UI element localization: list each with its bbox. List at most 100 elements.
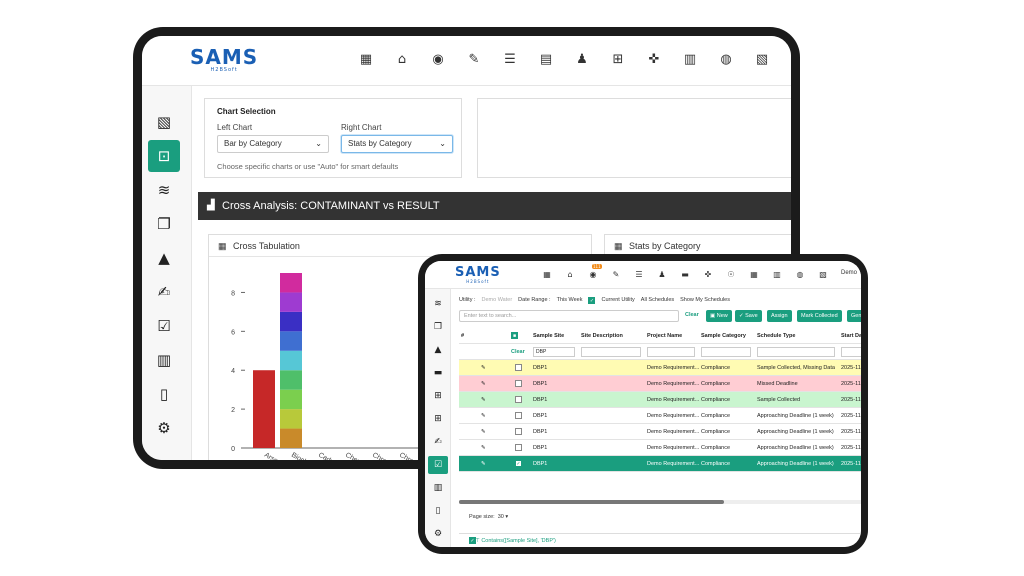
filter-enabled-checkbox[interactable]: ✓	[469, 537, 476, 544]
book-icon[interactable]: ▥	[428, 479, 448, 497]
users-icon[interactable]: ♟	[573, 51, 591, 69]
filter-expression[interactable]: Contains([Sample Site], 'DBP')	[481, 538, 556, 544]
medal-icon[interactable]: ☉	[725, 269, 737, 281]
file-icon[interactable]: ▯	[148, 378, 180, 410]
user-name[interactable]: Demo	[841, 270, 857, 276]
cross-icon[interactable]: ✜	[702, 269, 714, 281]
plus-square-icon[interactable]: ⊞	[428, 387, 448, 405]
column-header[interactable]: Site Description	[579, 328, 645, 344]
table-row[interactable]: ✎ DBP1 Demo Requirement... Compliance Approa…	[459, 408, 861, 424]
right-chart-select[interactable]: Stats by Category ⌄	[341, 135, 453, 153]
search-clear-button[interactable]: Clear	[685, 312, 699, 318]
column-header[interactable]: #	[459, 328, 509, 344]
clone-icon[interactable]: ❐	[428, 318, 448, 336]
signature-icon[interactable]: ✍	[428, 433, 448, 451]
users-icon[interactable]: ♟	[656, 269, 668, 281]
row-edit-icon[interactable]: ✎	[479, 360, 486, 376]
column-header[interactable]: Project Name	[645, 328, 699, 344]
book-icon[interactable]: ▥	[148, 344, 180, 376]
table-row[interactable]: ✎ ✓ DBP1 Demo Requirement... Compliance Appro…	[459, 456, 861, 472]
row-edit-icon[interactable]: ✎	[479, 376, 486, 392]
row-checkbox[interactable]	[515, 428, 522, 435]
warehouse-icon[interactable]: ⌂	[564, 269, 576, 281]
podcast-icon[interactable]: ◉	[429, 51, 447, 69]
table-row[interactable]: ✎ DBP1 Demo Requirement... Compliance Missed…	[459, 376, 861, 392]
chat-icon[interactable]: ◍	[717, 51, 735, 69]
map-icon[interactable]: ▧	[753, 51, 771, 69]
tasks-icon[interactable]: ☰	[501, 51, 519, 69]
road-icon[interactable]: ▬	[679, 269, 691, 281]
warehouse-icon[interactable]: ⌂	[393, 51, 411, 69]
calendar-icon[interactable]: ▦	[541, 269, 553, 281]
column-header[interactable]: Schedule Type	[755, 328, 839, 344]
column-filter-input[interactable]: DBP	[533, 347, 575, 357]
page-size-select[interactable]: 30	[498, 514, 504, 520]
table-row[interactable]: ✎ DBP1 Demo Requirement... Compliance Approa…	[459, 424, 861, 440]
row-checkbox[interactable]	[515, 380, 522, 387]
column-header[interactable]: ■	[509, 328, 531, 344]
layers-icon[interactable]: ≋	[148, 174, 180, 206]
column-filter-input[interactable]	[581, 347, 641, 357]
filter-clear-link[interactable]: Clear	[509, 344, 525, 360]
server-icon[interactable]: ▬	[428, 364, 448, 382]
row-checkbox[interactable]	[515, 444, 522, 451]
row-checkbox[interactable]	[515, 396, 522, 403]
row-checkbox[interactable]	[515, 364, 522, 371]
logo[interactable]: SAMS H2BSoft	[190, 47, 258, 73]
new-button[interactable]: ▣ New	[706, 310, 732, 322]
column-filter-input[interactable]	[647, 347, 695, 357]
cross-icon[interactable]: ✜	[645, 51, 663, 69]
chat-icon[interactable]: ◍	[794, 269, 806, 281]
map-icon[interactable]: ▧	[148, 106, 180, 138]
table-row[interactable]: ✎ DBP1 Demo Requirement... Compliance Approa…	[459, 440, 861, 456]
grid-search-input[interactable]: Enter text to search...	[459, 310, 679, 322]
qr-icon[interactable]: ⊡	[148, 140, 180, 172]
signature-icon[interactable]: ✍	[148, 276, 180, 308]
save-button[interactable]: ✓ Save	[735, 310, 762, 322]
current-utility-checkbox[interactable]: ✓	[588, 296, 596, 304]
list-check-icon[interactable]: ☑	[148, 310, 180, 342]
all-schedules-option[interactable]: All Schedules	[641, 297, 674, 303]
tent-icon[interactable]: ▲	[148, 242, 180, 274]
column-header[interactable]: Start Date	[839, 328, 861, 344]
table-row[interactable]: ✎ DBP1 Demo Requirement... Compliance Sample…	[459, 360, 861, 376]
calendar-icon[interactable]: ▦	[357, 51, 375, 69]
select-all-checkbox[interactable]: ■	[511, 332, 518, 339]
assign-button[interactable]: Assign	[767, 310, 792, 322]
column-filter-input[interactable]	[701, 347, 751, 357]
file-icon[interactable]: ▯	[428, 502, 448, 520]
layers-icon[interactable]: ≋	[428, 295, 448, 313]
row-edit-icon[interactable]: ✎	[479, 408, 486, 424]
row-edit-icon[interactable]: ✎	[479, 392, 486, 408]
table-row[interactable]: ✎ DBP1 Demo Requirement... Compliance Sample…	[459, 392, 861, 408]
podcast-icon[interactable]: ◉ 111	[587, 264, 602, 281]
row-edit-icon[interactable]: ✎	[479, 440, 486, 456]
row-edit-icon[interactable]: ✎	[479, 456, 486, 472]
row-edit-icon[interactable]: ✎	[479, 424, 486, 440]
edit-icon[interactable]: ✎	[610, 269, 622, 281]
sitemap-icon[interactable]: ⊞	[609, 51, 627, 69]
horizontal-scrollbar[interactable]	[459, 500, 861, 504]
book-icon[interactable]: ▥	[681, 51, 699, 69]
mark-collected-button[interactable]: Mark Collected	[797, 310, 842, 322]
clone-icon[interactable]: ❐	[148, 208, 180, 240]
tent-icon[interactable]: ▲	[428, 341, 448, 359]
show-my-schedules-option[interactable]: Show My Schedules	[680, 297, 730, 303]
gear-icon[interactable]: ⚙	[148, 412, 180, 444]
tasks-icon[interactable]: ☰	[633, 269, 645, 281]
id-card-icon[interactable]: ▤	[537, 51, 555, 69]
date-range-select[interactable]: This Week	[557, 297, 583, 303]
grid-icon[interactable]: ▦	[748, 269, 760, 281]
list-check-icon[interactable]: ☑	[428, 456, 448, 474]
utility-select[interactable]: Demo Water	[482, 297, 513, 303]
sitemap-icon[interactable]: ⊞	[428, 410, 448, 428]
scrollbar-thumb[interactable]	[459, 500, 724, 504]
generate-button[interactable]: Gene	[847, 310, 861, 322]
map-icon[interactable]: ▧	[817, 269, 829, 281]
column-filter-input[interactable]	[841, 347, 861, 357]
row-checkbox[interactable]	[515, 412, 522, 419]
column-header[interactable]: Sample Category	[699, 328, 755, 344]
column-filter-input[interactable]	[757, 347, 835, 357]
book-icon[interactable]: ▥	[771, 269, 783, 281]
gear-icon[interactable]: ⚙	[428, 525, 448, 543]
